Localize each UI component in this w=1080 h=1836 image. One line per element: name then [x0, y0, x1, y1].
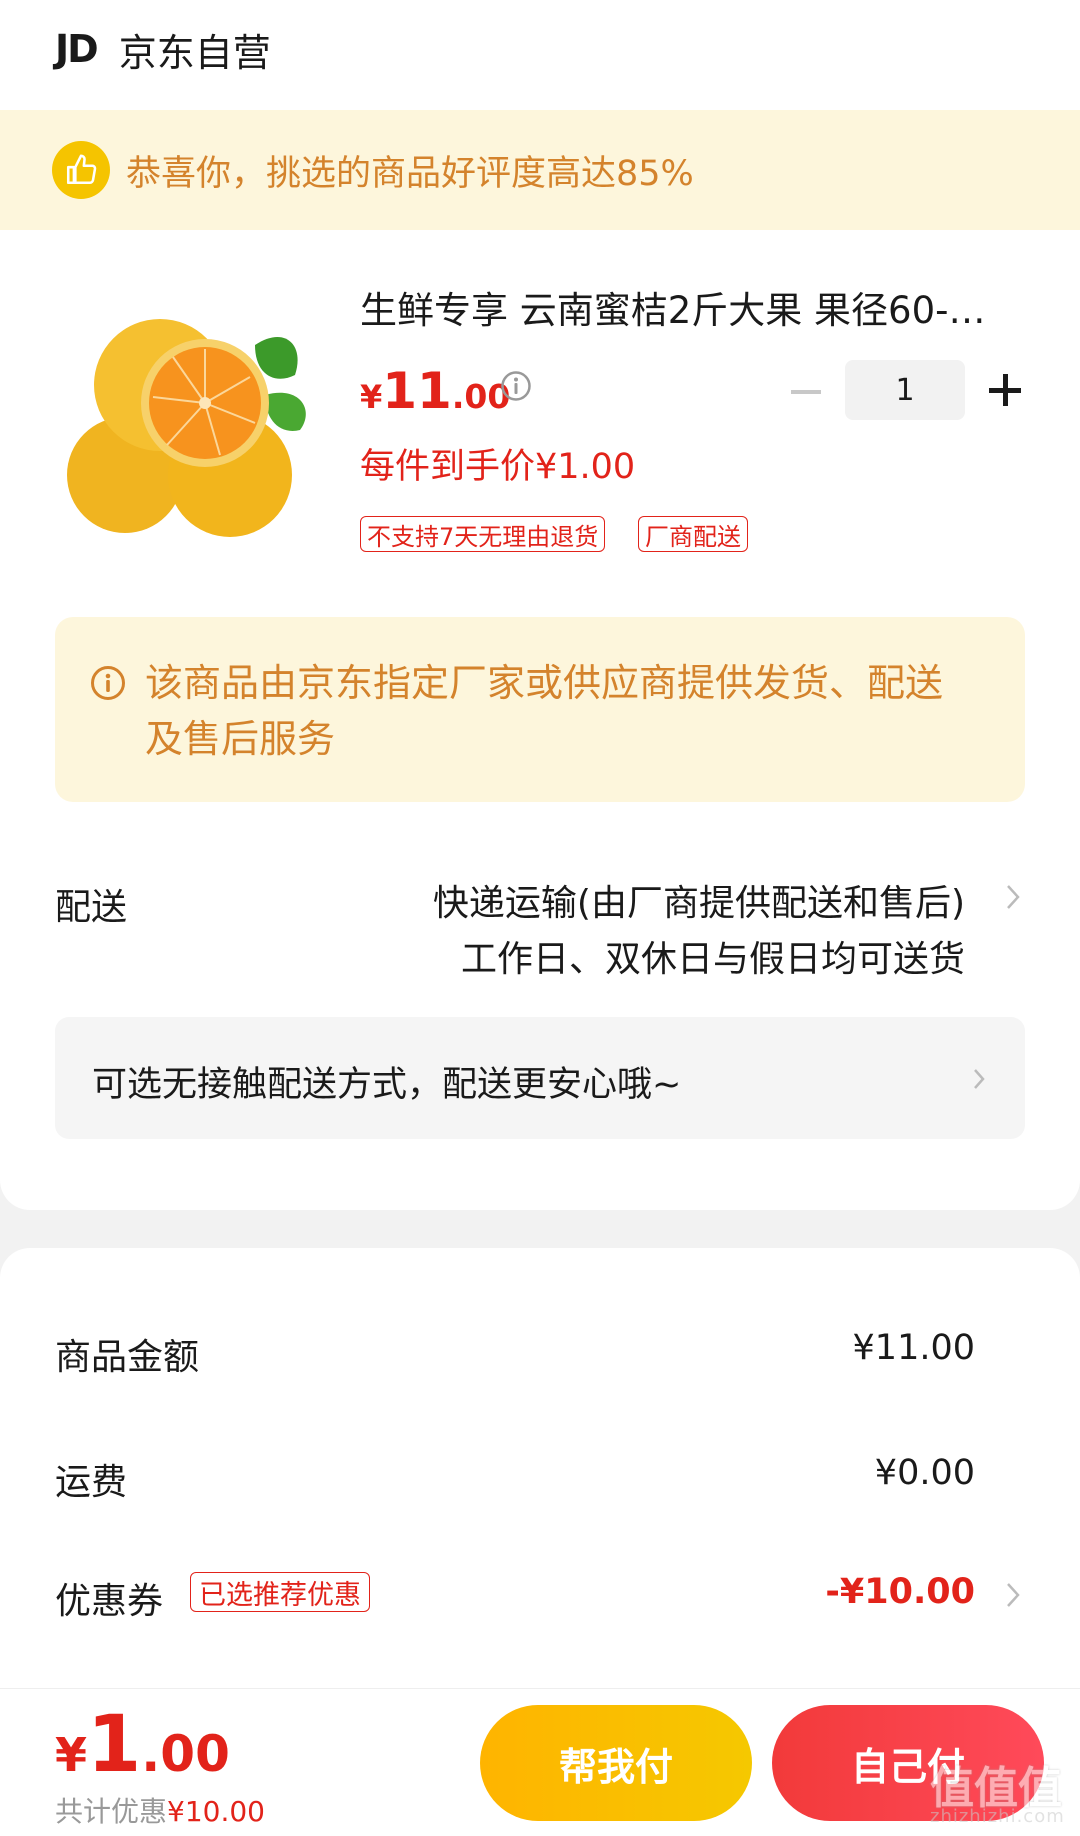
- discount-amount: ¥10.00: [167, 1795, 265, 1828]
- chevron-right-icon[interactable]: [998, 882, 1028, 912]
- total-currency: ¥: [55, 1728, 88, 1782]
- coupon-label[interactable]: 优惠券: [55, 1572, 163, 1624]
- orange-fruit-image[interactable]: [55, 285, 325, 555]
- price-integer: 11: [382, 362, 452, 420]
- thumbs-up-icon: [52, 141, 110, 199]
- total-discount: 共计优惠¥10.00: [55, 1790, 265, 1830]
- total-decimal: .00: [141, 1725, 230, 1783]
- total-integer: 1: [87, 1700, 142, 1790]
- praise-text: 恭喜你，挑选的商品好评度高达85%: [126, 153, 694, 194]
- discount-prefix: 共计优惠: [55, 1795, 168, 1828]
- coupon-recommended-badge: 已选推荐优惠: [190, 1572, 370, 1612]
- quantity-increase-button[interactable]: [985, 370, 1025, 410]
- return-policy-tag: 不支持7天无理由退货: [360, 516, 606, 552]
- vendor-delivery-tag: 厂商配送: [638, 516, 748, 552]
- coupon-value[interactable]: -¥10.00: [825, 1572, 975, 1612]
- price-info-icon[interactable]: [500, 370, 532, 402]
- goods-amount-value: ¥11.00: [852, 1328, 975, 1368]
- store-header: JD 京东自营: [55, 22, 271, 76]
- praise-banner: 恭喜你，挑选的商品好评度高达85%: [0, 110, 1080, 230]
- chevron-right-icon[interactable]: [964, 1064, 994, 1094]
- product-price: ¥ 11 .00: [360, 362, 510, 420]
- goods-amount-label: 商品金额: [55, 1337, 200, 1378]
- unit-price-text: 每件到手价¥1.00: [360, 447, 636, 487]
- vendor-notice-text: 该商品由京东指定厂家或供应商提供发货、配送及售后服务: [145, 661, 944, 761]
- delivery-method[interactable]: 快递运输(由厂商提供配送和售后): [433, 874, 965, 926]
- delivery-schedule[interactable]: 工作日、双休日与假日均可送货: [461, 930, 965, 982]
- store-name: 京东自营: [118, 30, 271, 75]
- quantity-input[interactable]: 1: [845, 360, 965, 420]
- jd-logo: JD: [55, 27, 99, 71]
- help-me-pay-button[interactable]: 帮我付: [480, 1705, 752, 1821]
- quantity-decrease-button[interactable]: [785, 372, 827, 412]
- chevron-right-icon[interactable]: [998, 1580, 1028, 1610]
- delivery-label: 配送: [55, 887, 128, 928]
- shipping-fee-label: 运费: [55, 1462, 128, 1503]
- contactless-delivery-text[interactable]: 可选无接触配送方式，配送更安心哦~: [92, 1056, 681, 1107]
- product-title[interactable]: 生鲜专享 云南蜜桔2斤大果 果径60-…: [360, 280, 1020, 334]
- shipping-fee-value: ¥0.00: [874, 1453, 975, 1493]
- price-currency: ¥: [360, 378, 383, 416]
- total-price: ¥ 1 .00: [55, 1700, 230, 1790]
- pay-myself-button[interactable]: 自己付: [772, 1705, 1044, 1821]
- info-icon: [90, 665, 126, 701]
